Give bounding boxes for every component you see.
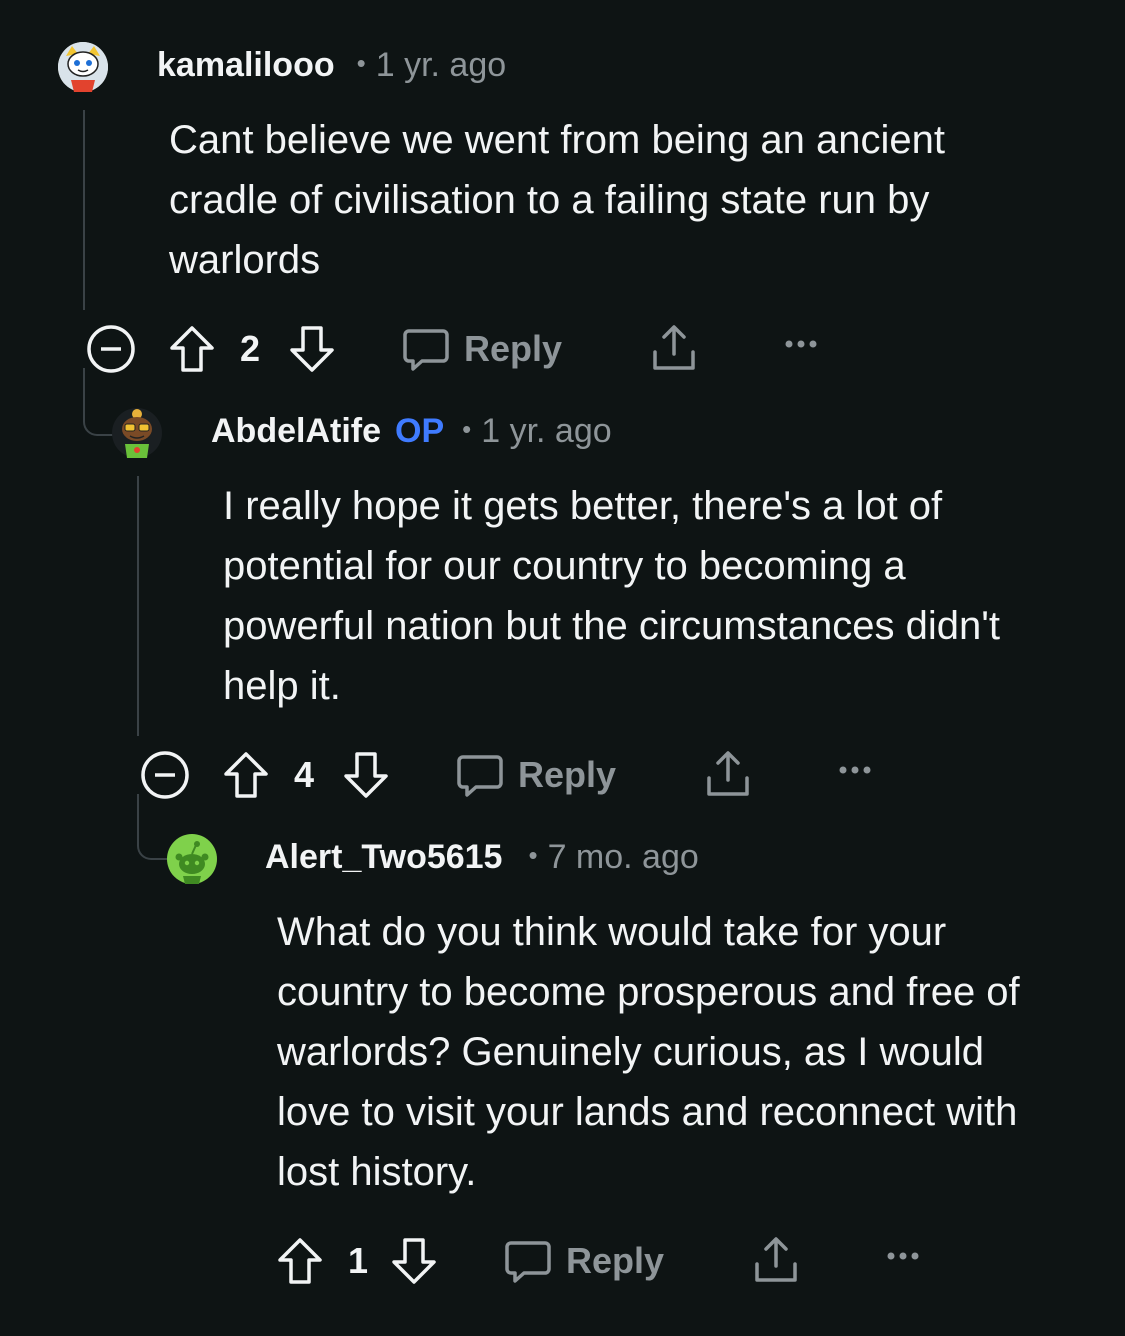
more-dots-icon — [887, 1252, 919, 1260]
reply-button[interactable]: Reply — [402, 324, 562, 374]
separator-dot: • — [356, 48, 366, 78]
collapse-icon — [141, 751, 189, 799]
vote-score: 1 — [348, 1240, 369, 1281]
more-dots-icon — [785, 340, 817, 348]
speech-bubble-icon — [457, 755, 503, 797]
snoo-avatar-icon — [112, 408, 162, 458]
comment-body: I really hope it gets better, there's a … — [223, 484, 1000, 708]
more-options-button[interactable] — [886, 1250, 920, 1262]
timestamp: 7 mo. ago — [547, 838, 699, 876]
more-options-button[interactable] — [838, 764, 872, 776]
snoo-avatar-icon — [58, 42, 108, 92]
reply-label: Reply — [566, 1240, 665, 1281]
collapse-icon — [87, 325, 135, 373]
upvote-arrow-icon — [224, 752, 268, 798]
share-icon — [707, 751, 749, 796]
vote-score: 2 — [240, 328, 261, 369]
upvote-arrow-icon — [278, 1238, 322, 1284]
speech-bubble-icon — [505, 1241, 551, 1283]
thread-branch — [83, 368, 115, 436]
thread-line — [137, 476, 139, 736]
downvote-arrow-icon — [290, 326, 334, 372]
downvote-button[interactable] — [288, 324, 336, 374]
reply-button[interactable]: Reply — [504, 1236, 664, 1286]
timestamp: 1 yr. ago — [375, 46, 507, 84]
share-button[interactable] — [752, 1234, 800, 1286]
username[interactable]: AbdelAtife — [211, 412, 381, 451]
op-badge: OP — [395, 412, 445, 450]
comment-meta: kamalilooo • 1 yr. ago — [157, 46, 506, 85]
comment-actions: 2 Reply — [0, 318, 1125, 378]
downvote-button[interactable] — [390, 1236, 438, 1286]
upvote-button[interactable] — [276, 1236, 324, 1286]
timestamp: 1 yr. ago — [481, 412, 612, 450]
upvote-button[interactable] — [222, 750, 270, 800]
downvote-button[interactable] — [342, 750, 390, 800]
reply-button[interactable]: Reply — [456, 750, 616, 800]
default-snoo-avatar-icon — [167, 834, 217, 884]
more-options-button[interactable] — [784, 338, 818, 350]
comment-actions: 1 Reply — [0, 1230, 1125, 1290]
more-dots-icon — [839, 766, 871, 774]
upvote-button[interactable] — [168, 324, 216, 374]
upvote-arrow-icon — [170, 326, 214, 372]
avatar[interactable] — [112, 408, 162, 458]
speech-bubble-icon — [403, 329, 449, 371]
downvote-arrow-icon — [344, 752, 388, 798]
share-icon — [755, 1237, 797, 1282]
thread-line — [83, 110, 85, 310]
reply-label: Reply — [518, 754, 617, 795]
username[interactable]: Alert_Two5615 — [265, 838, 502, 877]
comment-meta: Alert_Two5615 • 7 mo. ago — [265, 838, 699, 877]
collapse-button[interactable] — [86, 324, 136, 374]
downvote-arrow-icon — [392, 1238, 436, 1284]
vote-score: 4 — [294, 754, 315, 795]
comment-body: Cant believe we went from being an ancie… — [169, 118, 946, 282]
separator-dot: • — [528, 840, 538, 870]
collapse-button[interactable] — [140, 750, 190, 800]
separator-dot: • — [462, 414, 472, 444]
comment-actions: 4 Reply — [0, 744, 1125, 804]
comment-meta: AbdelAtife OP • 1 yr. ago — [211, 412, 612, 451]
share-icon — [653, 325, 695, 370]
share-button[interactable] — [650, 322, 698, 374]
reply-label: Reply — [464, 328, 563, 369]
username[interactable]: kamalilooo — [157, 46, 335, 85]
comment-body: What do you think would take for your co… — [277, 910, 1020, 1194]
avatar[interactable] — [58, 42, 108, 92]
share-button[interactable] — [704, 748, 752, 800]
avatar[interactable] — [167, 834, 217, 884]
